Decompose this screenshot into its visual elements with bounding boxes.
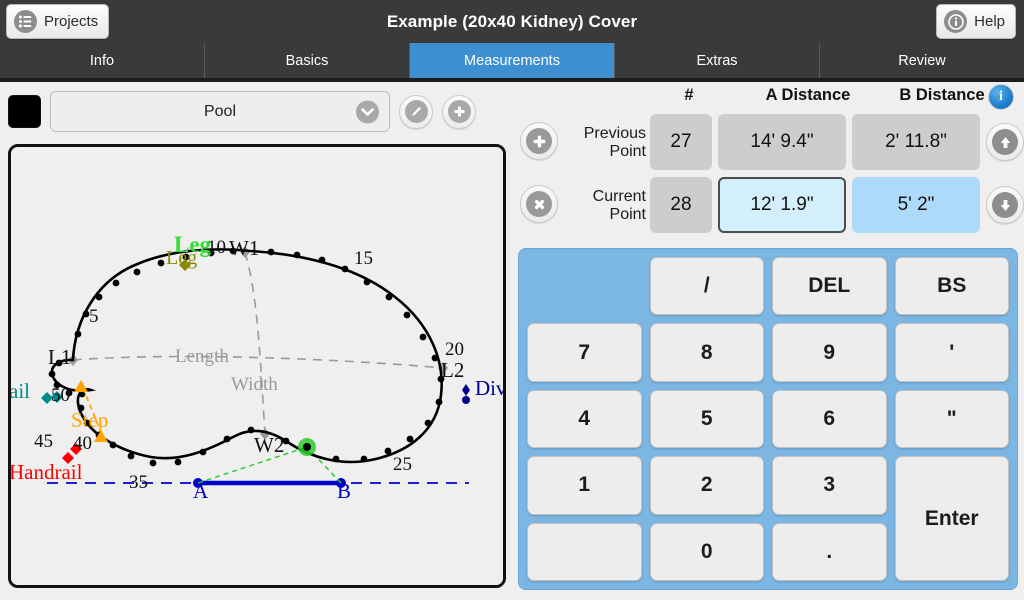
- info-icon-glyph: i: [999, 89, 1003, 104]
- label-width: Width: [231, 374, 278, 395]
- key-7[interactable]: 7: [527, 323, 642, 382]
- sketch-background: [11, 147, 503, 585]
- label-tick-20: 20: [445, 339, 464, 360]
- key-3[interactable]: 3: [772, 456, 887, 515]
- key-2[interactable]: 2: [649, 456, 764, 515]
- label-tick-50: 50: [51, 385, 70, 406]
- key-blank-left[interactable]: [527, 522, 642, 581]
- label-tick-25: 25: [393, 454, 412, 475]
- current-point-label: Current Point: [558, 188, 646, 224]
- key-0[interactable]: 0: [649, 522, 764, 581]
- key-4[interactable]: 4: [527, 389, 642, 449]
- key-enter[interactable]: Enter: [894, 456, 1009, 581]
- label-tick-15: 15: [354, 248, 373, 269]
- label-leg-olive: Leg: [166, 247, 197, 269]
- edit-shape-button[interactable]: [399, 94, 433, 129]
- label-rail: Rail: [11, 379, 30, 403]
- current-point-marker[interactable]: [298, 438, 316, 456]
- label-tick-5: 5: [89, 306, 99, 327]
- key-decimal[interactable]: .: [772, 522, 887, 581]
- key-slash[interactable]: /: [649, 257, 764, 316]
- shape-dropdown[interactable]: Pool: [50, 91, 390, 132]
- plus-icon: [447, 100, 471, 123]
- scroll-up-button[interactable]: [986, 123, 1024, 161]
- label-w2: W2: [254, 433, 284, 457]
- label-point-b: B: [337, 479, 351, 503]
- arrow-up-icon: [992, 129, 1018, 155]
- key-5[interactable]: 5: [649, 389, 764, 449]
- measurement-table-header: # A Distance B Distance i: [512, 82, 1024, 112]
- label-l1: L1: [48, 345, 71, 369]
- key-delete[interactable]: DEL: [772, 257, 887, 316]
- current-point-b-distance[interactable]: 5' 2": [852, 177, 980, 233]
- label-div: Div: [475, 376, 503, 400]
- key-1[interactable]: 1: [527, 456, 642, 515]
- key-backspace[interactable]: BS: [894, 257, 1009, 316]
- previous-point-a-distance[interactable]: 14' 9.4": [718, 114, 846, 170]
- current-point-label-line2: Point: [609, 205, 646, 223]
- current-point-number: 28: [650, 177, 712, 233]
- help-button[interactable]: Help: [936, 4, 1016, 39]
- previous-point-number: 27: [650, 114, 712, 170]
- label-point-a: A: [193, 479, 209, 503]
- tab-info[interactable]: Info: [0, 43, 205, 78]
- label-length: Length: [175, 346, 229, 367]
- previous-point-label: Previous Point: [558, 125, 646, 161]
- label-handrail: Handrail: [11, 460, 83, 484]
- help-button-label: Help: [974, 13, 1005, 30]
- tab-basics[interactable]: Basics: [205, 43, 410, 78]
- measurement-panel: # A Distance B Distance i Previous Point…: [512, 82, 1024, 600]
- tab-extras[interactable]: Extras: [615, 43, 820, 78]
- arrow-down-icon: [992, 192, 1018, 218]
- tab-bar: Info Basics Measurements Extras Review: [0, 43, 1024, 78]
- key-6[interactable]: 6: [772, 389, 887, 449]
- previous-point-b-distance[interactable]: 2' 11.8": [852, 114, 980, 170]
- shape-dropdown-value: Pool: [203, 102, 237, 120]
- numeric-keypad: / DEL BS 7 8 9 ' 4 5 6 " 1 2 3 Enter 0 .: [518, 248, 1018, 590]
- pool-sketch-canvas[interactable]: Length Width W1 W2 L1 L2 A B Leg Leg Ste…: [8, 144, 506, 588]
- pencil-icon: [404, 100, 428, 123]
- tab-basics-label: Basics: [285, 52, 329, 69]
- tab-review-label: Review: [898, 52, 946, 69]
- label-w1: W1: [229, 236, 259, 260]
- key-inches[interactable]: ": [894, 389, 1009, 449]
- label-l2: L2: [441, 358, 464, 382]
- label-step: Step: [71, 408, 108, 432]
- tab-measurements-label: Measurements: [464, 52, 560, 69]
- plus-circle-icon: [526, 128, 552, 154]
- projects-button-label: Projects: [44, 13, 99, 30]
- shape-selector-row: Pool: [8, 91, 476, 132]
- tab-info-label: Info: [89, 52, 115, 69]
- key-feet[interactable]: ': [894, 323, 1009, 382]
- label-tick-35: 35: [129, 472, 148, 493]
- chevron-down-icon: [356, 100, 379, 123]
- info-icon[interactable]: i: [988, 84, 1014, 110]
- label-tick-45: 45: [34, 431, 53, 452]
- drawing-panel: Pool Length Width W1 W2 L1 L2 A B Leg Le…: [0, 82, 512, 600]
- previous-point-label-line2: Point: [609, 142, 646, 160]
- label-tick-10: 10: [207, 237, 226, 258]
- page-title: Example (20x40 Kidney) Cover: [386, 11, 638, 31]
- menu-list-icon: [14, 10, 37, 33]
- pool-sketch-svg: Length Width W1 W2 L1 L2 A B Leg Leg Ste…: [11, 147, 503, 585]
- info-circle-icon: [944, 10, 968, 33]
- projects-button[interactable]: Projects: [6, 4, 110, 39]
- current-point-label-line1: Current: [592, 188, 646, 205]
- scroll-down-button[interactable]: [986, 186, 1024, 224]
- key-blank-top: [527, 257, 642, 315]
- label-tick-40: 40: [73, 433, 92, 454]
- x-circle-icon: [526, 191, 552, 217]
- add-shape-button[interactable]: [442, 94, 476, 129]
- current-point-a-distance[interactable]: 12' 1.9": [718, 177, 846, 233]
- title-bar: Projects Example (20x40 Kidney) Cover He…: [0, 0, 1024, 43]
- key-9[interactable]: 9: [772, 323, 887, 382]
- tab-measurements[interactable]: Measurements: [410, 43, 615, 78]
- tab-extras-label: Extras: [696, 52, 738, 69]
- tab-review[interactable]: Review: [820, 43, 1024, 78]
- shape-color-swatch[interactable]: [8, 95, 41, 128]
- add-point-button[interactable]: [520, 122, 558, 160]
- delete-point-button[interactable]: [520, 185, 558, 223]
- previous-point-label-line1: Previous: [583, 125, 646, 142]
- key-8[interactable]: 8: [649, 323, 764, 382]
